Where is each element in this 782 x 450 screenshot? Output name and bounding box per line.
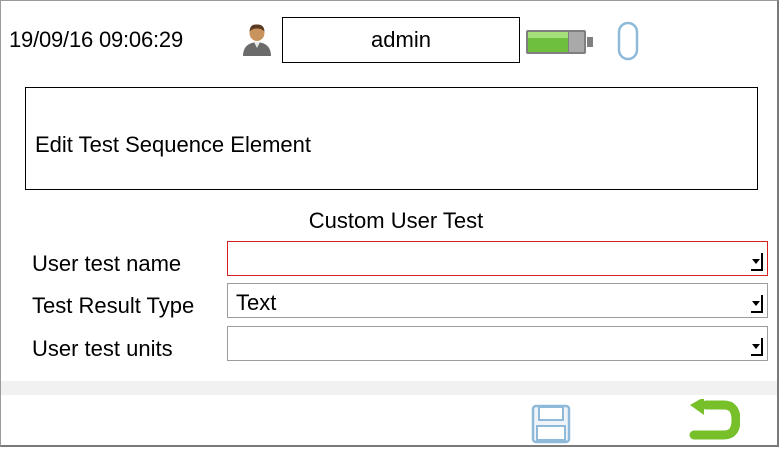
save-icon[interactable] [531,404,571,444]
user-test-units-select[interactable] [227,326,768,361]
test-result-type-value: Text [236,290,277,315]
page-title: Edit Test Sequence Element [35,132,311,157]
dropdown-arrow-icon[interactable] [750,337,764,357]
device-screen: 19/09/16 09:06:29 admin Edit Test Sequen… [0,0,779,447]
current-user-button[interactable]: admin [282,17,520,63]
dropdown-arrow-icon[interactable] [750,294,764,314]
section-title: Custom User Test [308,208,484,233]
current-user-label: admin [371,27,431,52]
battery-icon [526,30,593,54]
footer-divider [1,381,777,395]
user-test-name-select[interactable] [227,241,768,276]
user-test-units-label: User test units [32,336,173,361]
test-result-type-select[interactable]: Text [227,283,768,318]
datetime-label: 19/09/16 09:06:29 [9,27,183,52]
status-bar: 19/09/16 09:06:29 admin [1,1,777,73]
user-test-name-label: User test name [32,251,182,276]
title-panel: Edit Test Sequence Element [25,87,758,190]
dropdown-arrow-icon[interactable] [750,252,764,272]
test-result-type-label: Test Result Type [32,293,195,318]
back-arrow-icon[interactable] [684,399,740,445]
usb-icon [617,21,639,61]
user-icon [243,24,271,56]
